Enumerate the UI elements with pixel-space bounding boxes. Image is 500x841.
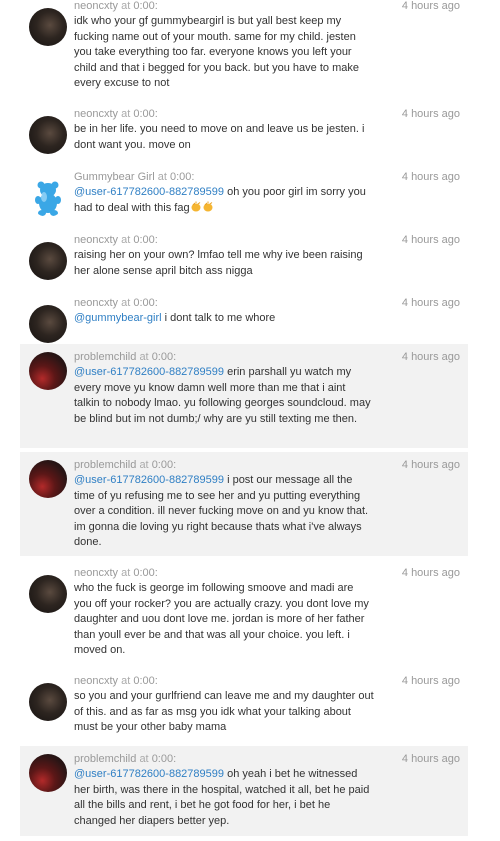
comment-time[interactable]: 0:00 [152,753,173,765]
comment-timestamp: 4 hours ago [401,675,460,687]
comment-body: be in her life. you need to move on and … [74,122,374,153]
comment-body: @gummybear-girl i dont talk to me whore [74,311,374,327]
comment-author[interactable]: neoncxty [74,234,118,246]
at-label: at [121,234,131,246]
comment-author[interactable]: problemchild [74,459,136,471]
comment: neoncxty at 0:00: 4 hours ago @gummybear… [20,297,468,343]
at-label: at [121,297,131,309]
comment-author[interactable]: problemchild [74,351,136,363]
comment-meta: problemchild at 0:00: [74,351,177,363]
comment-author[interactable]: neoncxty [74,108,118,120]
comment: neoncxty at 0:00: 4 hours ago raising he… [20,234,468,292]
comment-time[interactable]: 0:00 [170,171,191,183]
at-label: at [121,108,131,120]
comment-time[interactable]: 0:00 [152,351,173,363]
avatar[interactable] [29,8,67,46]
comment-timestamp: 4 hours ago [401,108,460,120]
comment: neoncxty at 0:00: 4 hours ago so you and… [20,675,468,745]
comment-timestamp: 4 hours ago [401,753,460,765]
comment-body: idk who your gf gummybeargirl is but yal… [74,14,374,92]
comment-body: who the fuck is george im following smoo… [74,581,374,659]
user-mention-link[interactable]: @user-617782600-882789599 [74,474,224,486]
comment-meta: Gummybear Girl at 0:00: [74,171,195,183]
avatar[interactable] [29,575,67,613]
comment-author[interactable]: neoncxty [74,0,118,12]
comment: problemchild at 0:00: 4 hours ago @user-… [20,452,468,556]
at-label: at [139,753,149,765]
comment-body: @user-617782600-882789599 i post our mes… [74,473,374,551]
at-label: at [139,459,149,471]
comment-body: so you and your gurlfriend can leave me … [74,689,374,736]
comment-meta: neoncxty at 0:00: [74,108,158,120]
comment-time[interactable]: 0:00 [133,567,154,579]
comment-meta: neoncxty at 0:00: [74,234,158,246]
comment-text: idk who your gf gummybeargirl is but yal… [74,15,359,90]
comment-body: raising her on your own? lmfao tell me w… [74,248,374,279]
avatar[interactable] [29,352,67,390]
comment-time[interactable]: 0:00 [133,234,154,246]
clapping-hands-icon [202,201,214,219]
comment-author[interactable]: Gummybear Girl [74,171,155,183]
comment-time[interactable]: 0:00 [133,297,154,309]
clapping-hands-icon [190,201,202,219]
comment: neoncxty at 0:00: 4 hours ago who the fu… [20,567,468,667]
comment-timestamp: 4 hours ago [401,171,460,183]
comment-author[interactable]: neoncxty [74,567,118,579]
comment-author[interactable]: problemchild [74,753,136,765]
comment: Gummybear Girl at 0:00: 4 hours ago @use… [20,171,468,229]
comment-author[interactable]: neoncxty [74,675,118,687]
comment-body: @user-617782600-882789599 erin parshall … [74,365,374,427]
avatar[interactable] [29,754,67,792]
comment: neoncxty at 0:00: 4 hours ago idk who yo… [20,0,468,104]
comment-body: @user-617782600-882789599 oh you poor gi… [74,185,374,218]
comment-text: so you and your gurlfriend can leave me … [74,690,374,734]
user-mention-link[interactable]: @user-617782600-882789599 [74,768,224,780]
comment-time[interactable]: 0:00 [133,108,154,120]
comment-timestamp: 4 hours ago [401,0,460,12]
avatar[interactable] [29,242,67,280]
comment-meta: neoncxty at 0:00: [74,567,158,579]
comment-text: who the fuck is george im following smoo… [74,582,369,657]
comment-author[interactable]: neoncxty [74,297,118,309]
at-label: at [157,171,167,183]
comment-timestamp: 4 hours ago [401,459,460,471]
comment: neoncxty at 0:00: 4 hours ago be in her … [20,108,468,166]
comment-meta: neoncxty at 0:00: [74,0,158,12]
comment-body: @user-617782600-882789599 oh yeah i bet … [74,767,374,829]
comment-meta: neoncxty at 0:00: [74,675,158,687]
comment-timestamp: 4 hours ago [401,351,460,363]
comment-text: i dont talk to me whore [161,312,276,324]
avatar[interactable] [29,305,67,343]
user-mention-link[interactable]: @user-617782600-882789599 [74,186,224,198]
avatar[interactable] [29,460,67,498]
avatar[interactable] [29,116,67,154]
comment-time[interactable]: 0:00 [133,675,154,687]
comment-feed: neoncxty at 0:00: 4 hours ago idk who yo… [0,0,500,841]
comment-timestamp: 4 hours ago [401,567,460,579]
at-label: at [121,0,131,12]
at-label: at [121,675,131,687]
comment-meta: problemchild at 0:00: [74,753,177,765]
gummy-bear-icon [35,181,61,216]
at-label: at [139,351,149,363]
comment-text: be in her life. you need to move on and … [74,123,365,151]
comment-meta: neoncxty at 0:00: [74,297,158,309]
user-mention-link[interactable]: @user-617782600-882789599 [74,366,224,378]
comment-text: raising her on your own? lmfao tell me w… [74,249,363,277]
comment-time[interactable]: 0:00 [152,459,173,471]
comment-meta: problemchild at 0:00: [74,459,177,471]
comment: problemchild at 0:00: 4 hours ago @user-… [20,746,468,836]
user-mention-link[interactable]: @gummybear-girl [74,312,162,324]
comment-timestamp: 4 hours ago [401,297,460,309]
comment-time[interactable]: 0:00 [133,0,154,12]
at-label: at [121,567,131,579]
avatar[interactable] [29,683,67,721]
avatar[interactable] [29,179,67,217]
comment: problemchild at 0:00: 4 hours ago @user-… [20,344,468,448]
comment-timestamp: 4 hours ago [401,234,460,246]
